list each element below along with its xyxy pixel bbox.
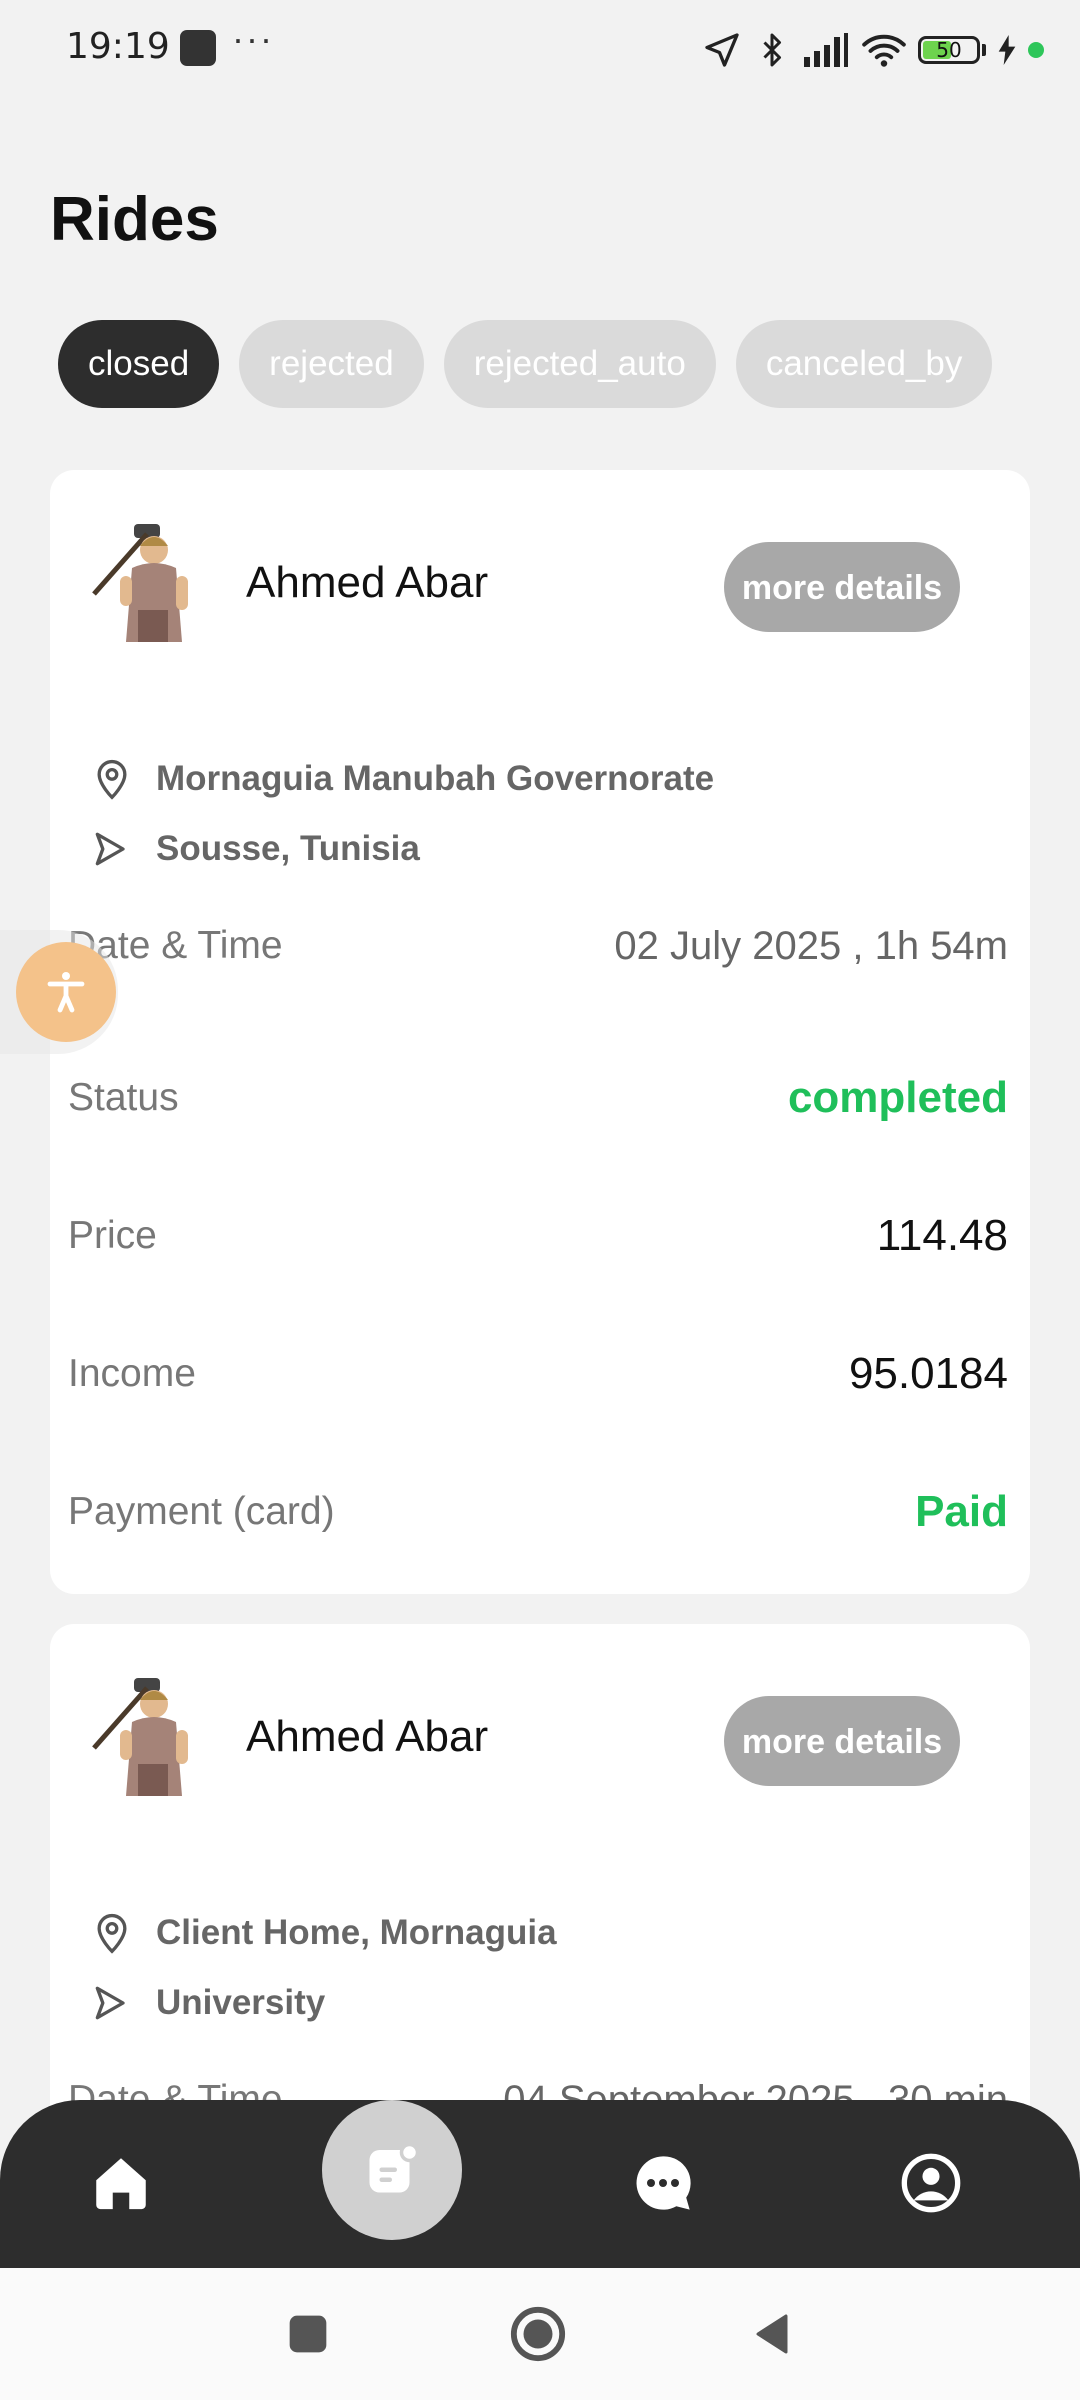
accessibility-button[interactable] [16, 942, 116, 1042]
status-time: 19:19 [66, 26, 170, 67]
price-value: 114.48 [876, 1211, 1008, 1260]
battery-level: 50 [936, 38, 962, 62]
status-filter-chips[interactable]: closed rejected rejected_auto canceled_b… [58, 320, 1032, 412]
location-icon [705, 33, 739, 67]
status-value: completed [787, 1073, 1008, 1122]
system-navigation-bar [0, 2268, 1080, 2400]
nav-rides-active[interactable] [322, 2100, 462, 2240]
status-icons: 50 [702, 24, 1044, 76]
nav-profile[interactable] [886, 2138, 976, 2228]
chat-icon [636, 2156, 691, 2210]
status-label: Status [68, 1076, 179, 1119]
accessibility-icon [47, 972, 85, 1013]
charging-icon [998, 35, 1016, 65]
wifi-icon [862, 34, 906, 67]
filter-chip-canceled-by[interactable]: canceled_by [735, 320, 993, 408]
nav-home[interactable] [76, 2138, 166, 2228]
income-label: Income [68, 1352, 196, 1395]
info-row-price: Price 114.48 [68, 1206, 1008, 1266]
pickup-location: Mornaguia Manubah Governorate [90, 754, 714, 804]
dropoff-address: University [156, 1983, 326, 2022]
dropoff-location: University [90, 1978, 325, 2028]
home-circle-icon [510, 2306, 566, 2362]
notification-app-icon [180, 30, 216, 66]
status-bar: 19:19 ··· 50 [0, 0, 1080, 100]
more-notifications-icon: ··· [232, 18, 274, 59]
dropoff-address: Sousse, Tunisia [156, 829, 420, 868]
location-pin-icon [97, 1913, 127, 1954]
bottom-navigation [0, 2100, 1080, 2268]
pickup-address: Client Home, Mornaguia [156, 1913, 557, 1952]
page-title: Rides [50, 185, 219, 254]
driver-name: Ahmed Abar [246, 1712, 489, 1761]
back-icon [756, 2314, 788, 2354]
accessibility-float[interactable] [0, 930, 118, 1054]
payment-value: Paid [915, 1487, 1008, 1536]
driver-avatar [92, 1678, 188, 1796]
rides-icon [369, 2142, 420, 2193]
info-row-datetime: Date & Time 02 July 2025 , 1h 54m [68, 916, 1008, 976]
price-label: Price [68, 1214, 157, 1257]
battery-icon: 50 [918, 36, 980, 64]
pickup-address: Mornaguia Manubah Governorate [156, 759, 715, 798]
filter-chip-rejected-auto[interactable]: rejected_auto [443, 320, 716, 408]
home-system-button[interactable] [508, 2304, 568, 2364]
info-row-income: Income 95.0184 [68, 1344, 1008, 1404]
more-details-button[interactable]: more details [724, 542, 960, 632]
info-row-payment: Payment (card) Paid [68, 1482, 1008, 1542]
bluetooth-icon [763, 33, 781, 67]
battery-tip [982, 44, 986, 56]
nav-chat[interactable] [618, 2138, 708, 2228]
filter-chip-rejected[interactable]: rejected [239, 320, 424, 408]
back-button[interactable] [742, 2304, 802, 2364]
driver-name: Ahmed Abar [246, 558, 489, 607]
more-details-button[interactable]: more details [724, 1696, 960, 1786]
home-icon [96, 2158, 146, 2210]
datetime-value: 02 July 2025 , 1h 54m [614, 923, 1008, 968]
signal-icon [804, 33, 848, 67]
profile-icon [901, 2153, 961, 2213]
destination-icon [95, 1986, 125, 2020]
rides-screen: 19:19 ··· 50 Rides closed rejected rejec… [0, 0, 1080, 2400]
filter-chip-closed[interactable]: closed [58, 320, 220, 408]
pickup-location: Client Home, Mornaguia [90, 1908, 557, 1958]
location-pin-icon [97, 759, 127, 800]
income-value: 95.0184 [848, 1349, 1008, 1398]
recents-icon [289, 2315, 327, 2353]
driver-avatar [92, 524, 188, 642]
ride-card: Ahmed Abar more details Mornaguia Manuba… [50, 470, 1030, 1594]
info-row-status: Status completed [68, 1068, 1008, 1128]
payment-label: Payment (card) [68, 1490, 335, 1533]
destination-icon [95, 832, 125, 866]
recents-button[interactable] [278, 2304, 338, 2364]
privacy-indicator-dot [1028, 42, 1044, 58]
dropoff-location: Sousse, Tunisia [90, 824, 420, 874]
